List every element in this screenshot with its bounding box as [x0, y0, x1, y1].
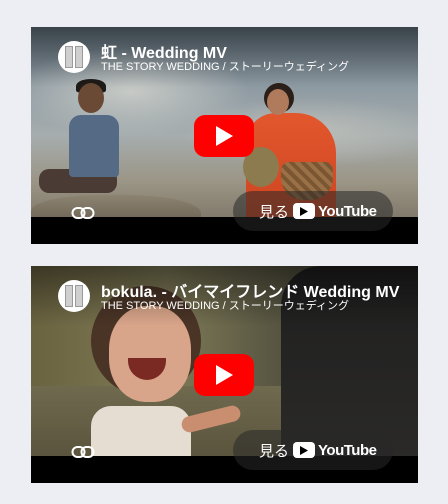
- link-icon[interactable]: [71, 205, 95, 221]
- youtube-wordmark: YouTube: [318, 441, 377, 459]
- channel-avatar[interactable]: [58, 41, 90, 73]
- video-embed-1[interactable]: 虹 - Wedding MV THE STORY WEDDING / ストーリー…: [31, 27, 418, 244]
- watch-label: 見る: [259, 203, 290, 221]
- watch-on-youtube-button[interactable]: 見る YouTube: [233, 191, 393, 231]
- play-button[interactable]: [194, 354, 254, 396]
- watch-on-youtube-button[interactable]: 見る YouTube: [233, 430, 393, 470]
- channel-name[interactable]: THE STORY WEDDING / ストーリーウェディング: [101, 58, 406, 74]
- channel-avatar[interactable]: [58, 280, 90, 312]
- channel-name[interactable]: THE STORY WEDDING / ストーリーウェディング: [101, 297, 406, 313]
- youtube-wordmark: YouTube: [318, 202, 377, 220]
- play-icon: [216, 365, 233, 385]
- link-icon[interactable]: [71, 444, 95, 460]
- watch-label: 見る: [259, 442, 290, 460]
- youtube-logo-icon: YouTube: [293, 441, 377, 459]
- play-button[interactable]: [194, 115, 254, 157]
- play-icon: [216, 126, 233, 146]
- youtube-logo-icon: YouTube: [293, 202, 377, 220]
- video-embed-2[interactable]: bokula. - バイマイフレンド Wedding MV THE STORY …: [31, 266, 418, 483]
